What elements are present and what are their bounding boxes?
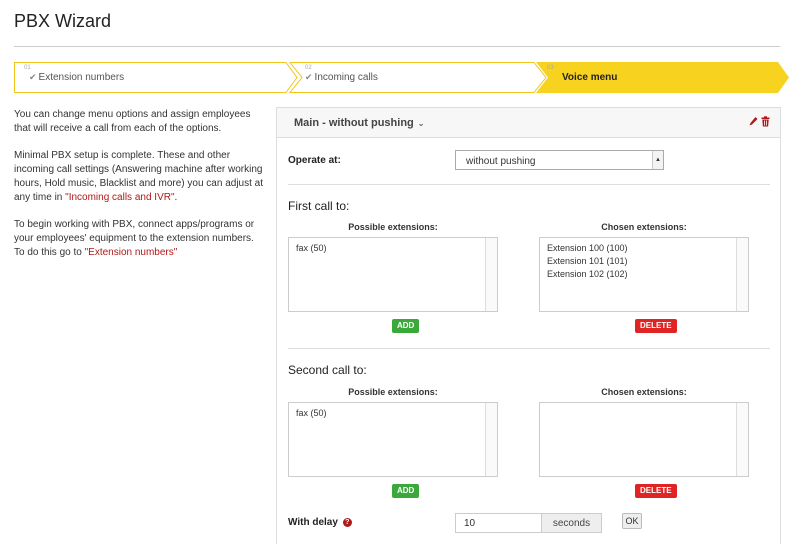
page-title: PBX Wizard [14,11,112,31]
delay-input[interactable]: 10 [456,514,541,532]
wizard-step-voice-menu[interactable]: 03 Voice menu [547,62,777,93]
operate-at-select[interactable]: without pushing ▲ [455,150,664,170]
menu-title-dropdown[interactable]: Main - without pushing ⌄ [294,117,424,129]
with-delay-label: With delay ? [288,517,352,528]
second-possible-list[interactable]: fax (50) [288,402,498,477]
first-delete-button[interactable]: DELETE [635,319,677,333]
sidebar-help-text: You can change menu options and assign e… [14,108,264,273]
step-label: Incoming calls [314,72,378,83]
help-paragraph: You can change menu options and assign e… [14,109,251,134]
possible-extensions-label: Possible extensions: [348,387,438,397]
list-item[interactable]: fax (50) [296,242,490,255]
select-arrow-icon: ▲ [652,151,663,169]
check-icon: ✔ [29,72,37,82]
first-call-title: First call to: [288,199,350,213]
step-label: Voice menu [562,72,618,83]
scrollbar[interactable] [736,238,748,311]
wizard-step-extension-numbers[interactable]: 01 ✔ Extension numbers [24,62,284,93]
list-item[interactable]: Extension 102 (102) [547,268,741,281]
help-paragraph: Minimal PBX setup is complete. These and… [14,150,263,203]
chosen-extensions-label: Chosen extensions: [601,387,687,397]
divider [288,348,770,349]
wizard-steps: 01 ✔ Extension numbers 02 ✔ Incoming calls… [14,62,789,93]
possible-extensions-label: Possible extensions: [348,222,438,232]
list-item[interactable]: fax (50) [296,407,490,420]
second-add-button[interactable]: ADD [392,484,420,498]
scrollbar[interactable] [485,238,497,311]
extension-numbers-link[interactable]: "Extension numbers" [85,247,178,258]
step-number: 01 [24,65,31,71]
scrollbar[interactable] [485,403,497,476]
delay-unit-label: seconds [541,514,601,532]
ok-button[interactable]: OK [622,513,642,529]
panel-header: Main - without pushing ⌄ [277,108,780,138]
wizard-step-incoming-calls[interactable]: 02 ✔ Incoming calls [305,62,535,93]
delay-input-group: 10 seconds [455,513,602,533]
first-add-button[interactable]: ADD [392,319,420,333]
pencil-icon[interactable] [749,116,758,127]
title-divider [14,46,780,47]
step-number: 03 [547,65,554,71]
second-call-title: Second call to: [288,363,367,377]
first-chosen-list[interactable]: Extension 100 (100) Extension 101 (101) … [539,237,749,312]
second-delete-button[interactable]: DELETE [635,484,677,498]
list-item[interactable]: Extension 100 (100) [547,242,741,255]
scrollbar[interactable] [736,403,748,476]
list-item[interactable]: Extension 101 (101) [547,255,741,268]
operate-at-label: Operate at: [288,155,341,166]
chosen-extensions-label: Chosen extensions: [601,222,687,232]
second-chosen-list[interactable] [539,402,749,477]
divider [288,184,770,185]
trash-icon[interactable] [761,116,770,127]
step-number: 02 [305,65,312,71]
step-label: Extension numbers [38,72,125,83]
chevron-down-icon: ⌄ [417,119,425,128]
first-possible-list[interactable]: fax (50) [288,237,498,312]
incoming-calls-link[interactable]: "Incoming calls and IVR" [65,192,174,203]
help-paragraph: To begin working with PBX, connect apps/… [14,219,255,258]
check-icon: ✔ [305,72,313,82]
question-icon[interactable]: ? [342,517,352,527]
voice-menu-panel: Main - without pushing ⌄ Operate at: with… [276,107,781,544]
